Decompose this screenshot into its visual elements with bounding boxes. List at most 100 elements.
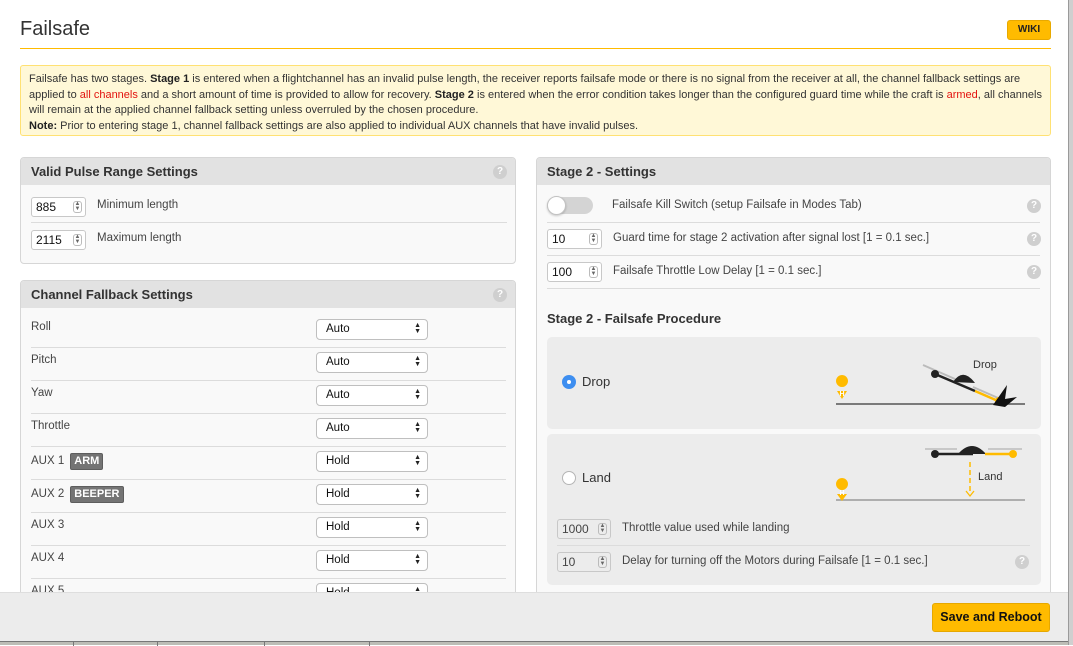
fallback-mode-select[interactable]: Hold▲▼ <box>316 451 428 472</box>
note-label: Note: <box>29 119 58 132</box>
channel-label: Throttle <box>31 420 70 432</box>
select-arrows-icon: ▲▼ <box>414 520 421 533</box>
min-length-input[interactable]: 885 ▲ ▼ <box>31 197 86 217</box>
save-and-reboot-button[interactable]: Save and Reboot <box>932 603 1050 632</box>
fallback-mode-select[interactable]: Auto ▲ ▼ <box>316 352 428 373</box>
status-bar <box>0 641 1068 646</box>
stage2-settings-header: Stage 2 - Settings <box>537 158 1050 185</box>
kill-switch-label: Failsafe Kill Switch (setup Failsafe in … <box>612 199 862 211</box>
spinner-icon[interactable]: ▲ ▼ <box>589 233 598 245</box>
divider <box>557 545 1030 546</box>
wiki-button[interactable]: WIKI <box>1007 20 1051 40</box>
help-icon[interactable]: ? <box>493 165 507 179</box>
window-edge <box>1068 0 1073 645</box>
home-marker-icon: H <box>836 478 849 501</box>
toggle-knob <box>547 196 566 215</box>
land-radio[interactable] <box>562 471 576 485</box>
channel-fallback-panel: Channel Fallback Settings ? Roll Auto ▲ ▼ Pi… <box>20 280 516 610</box>
divider <box>31 545 506 546</box>
drop-radio[interactable] <box>562 375 576 389</box>
select-arrows-icon: ▲▼ <box>414 454 421 467</box>
select-arrows-icon: ▲▼ <box>414 322 421 335</box>
failsafe-info-note: Failsafe has two stages. Stage 1 is ente… <box>20 65 1051 136</box>
channel-label: AUX 4 <box>31 552 65 564</box>
home-marker-icon: H <box>836 375 849 399</box>
motor-off-delay-label: Delay for turning off the Motors during … <box>622 555 928 567</box>
stage2-settings-panel: Stage 2 - Settings Failsafe Kill Switch … <box>536 157 1051 597</box>
divider <box>547 222 1040 223</box>
svg-text:H: H <box>839 391 844 398</box>
divider <box>31 413 506 414</box>
divider <box>31 578 506 579</box>
guard-time-input[interactable]: 10 ▲ ▼ <box>547 229 602 249</box>
select-arrows-icon: ▲▼ <box>414 487 421 500</box>
fallback-mode-select[interactable]: Auto ▲ ▼ <box>316 418 428 439</box>
spinner-icon[interactable]: ▲ ▼ <box>73 201 82 213</box>
divider <box>31 446 506 447</box>
drone-body <box>953 374 975 383</box>
land-throttle-label: Throttle value used while landing <box>622 522 790 534</box>
channel-label: AUX 2 BEEPER <box>31 486 124 503</box>
drop-radio-label[interactable]: Drop <box>582 374 610 389</box>
fallback-mode-select[interactable]: Hold▲▼ <box>316 484 428 505</box>
fallback-mode-select[interactable]: Hold▲▼ <box>316 550 428 571</box>
channel-label: AUX 3 <box>31 519 65 531</box>
mode-badge: ARM <box>70 453 104 470</box>
valid-pulse-range-header: Valid Pulse Range Settings ? <box>21 158 515 185</box>
help-icon[interactable]: ? <box>1027 232 1041 246</box>
panel-title: Channel Fallback Settings <box>31 287 193 302</box>
drone-motor-left <box>931 370 939 378</box>
channel-label: Pitch <box>31 354 57 366</box>
channel-fallback-header: Channel Fallback Settings ? <box>21 281 515 308</box>
drop-diagram-label: Drop <box>973 359 997 371</box>
drop-option[interactable]: Drop H Drop <box>547 337 1041 429</box>
max-length-label: Maximum length <box>97 232 182 244</box>
land-throttle-input[interactable]: 1000 ▲ ▼ <box>557 519 611 539</box>
panel-title: Valid Pulse Range Settings <box>31 164 198 179</box>
divider <box>31 222 507 223</box>
help-icon[interactable]: ? <box>493 288 507 302</box>
help-icon[interactable]: ? <box>1027 265 1041 279</box>
spinner-icon[interactable]: ▲ ▼ <box>73 234 82 246</box>
spinner-icon[interactable]: ▲ ▼ <box>598 523 607 535</box>
throttle-low-delay-label: Failsafe Throttle Low Delay [1 = 0.1 sec… <box>613 265 822 277</box>
drone-motor-left <box>931 450 939 458</box>
mode-badge: BEEPER <box>70 486 124 503</box>
divider <box>547 255 1040 256</box>
fallback-mode-select[interactable]: Auto ▲ ▼ <box>316 319 428 340</box>
drop-diagram: H Drop <box>836 359 1025 407</box>
stage2-emphasis: Stage 2 <box>434 88 474 101</box>
spinner-icon[interactable]: ▲ ▼ <box>589 266 598 278</box>
descent-arrow-icon <box>965 490 975 498</box>
help-icon[interactable]: ? <box>1027 199 1041 213</box>
failsafe-page: Failsafe WIKI Failsafe has two stages. S… <box>0 0 1068 645</box>
select-arrows-icon: ▲▼ <box>414 553 421 566</box>
land-radio-label[interactable]: Land <box>582 470 611 485</box>
motor-off-delay-input[interactable]: 10 ▲ ▼ <box>557 552 611 572</box>
all-channels-highlight: all channels <box>79 88 138 101</box>
select-arrows-icon: ▲▼ <box>414 388 421 401</box>
guard-time-label: Guard time for stage 2 activation after … <box>613 232 930 244</box>
divider <box>31 380 506 381</box>
armed-highlight: armed <box>946 88 978 101</box>
spinner-icon[interactable]: ▲ ▼ <box>598 556 607 568</box>
drone-body <box>958 446 986 454</box>
select-arrows-icon: ▲▼ <box>414 355 421 368</box>
valid-pulse-range-panel: Valid Pulse Range Settings ? 885 ▲ ▼ Mini… <box>20 157 516 264</box>
max-length-input[interactable]: 2115 ▲ ▼ <box>31 230 86 250</box>
land-option[interactable]: Land H Land 1000 ▲ ▼ Throttle value used… <box>547 434 1041 585</box>
select-arrows-icon: ▲▼ <box>414 421 421 434</box>
fallback-mode-select[interactable]: Auto ▲ ▼ <box>316 385 428 406</box>
min-length-label: Minimum length <box>97 199 179 211</box>
kill-switch-toggle[interactable] <box>547 196 593 215</box>
divider <box>31 347 506 348</box>
throttle-low-delay-input[interactable]: 100 ▲ ▼ <box>547 262 602 282</box>
footer-bar <box>0 592 1068 641</box>
divider <box>31 512 506 513</box>
stage1-emphasis: Stage 1 <box>150 73 190 85</box>
channel-label: Roll <box>31 321 51 333</box>
land-diagram-label: Land <box>978 471 1002 483</box>
svg-text:H: H <box>839 490 844 497</box>
fallback-mode-select[interactable]: Hold▲▼ <box>316 517 428 538</box>
help-icon[interactable]: ? <box>1015 555 1029 569</box>
